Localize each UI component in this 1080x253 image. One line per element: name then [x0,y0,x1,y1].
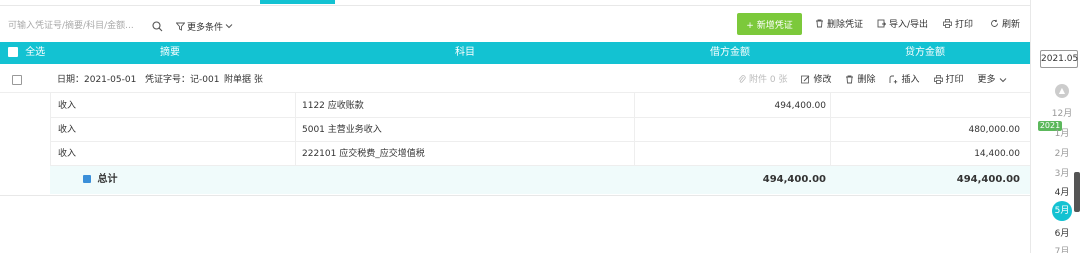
refresh-button[interactable]: 刷新 [990,17,1020,30]
voucher-header-row: 日期：2021-05-01 凭证字号：记-001 附单据 张 附件 0 张 修改… [0,68,1030,93]
voucher-date: 日期：2021-05-01 [57,75,137,85]
total-icon [83,175,91,183]
table-row[interactable]: 收入 1122 应收账款 494,400.00 [50,94,1030,118]
import-export-icon [877,19,886,29]
month-item[interactable]: 2月 [1047,146,1077,159]
column-header-summary: 摘要 [160,47,180,58]
month-item[interactable]: 3月 [1047,166,1077,179]
select-all[interactable]: 全选 [8,42,45,64]
add-voucher-button[interactable]: + 新增凭证 [737,13,802,35]
table-row[interactable]: 收入 5001 主营业务收入 480,000.00 [50,118,1030,142]
insert-label: 插入 [901,75,920,85]
month-item[interactable]: 12月 [1047,106,1077,119]
trash-icon [815,19,824,29]
entry-debit [636,142,826,166]
add-voucher-label: + 新增凭证 [746,20,793,31]
delete-voucher-button[interactable]: 删除凭证 [815,17,863,30]
edit-label: 修改 [813,75,832,85]
paperclip-icon [738,68,746,93]
chevron-down-icon [225,22,233,32]
total-credit: 494,400.00 [956,174,1020,185]
entry-summary: 收入 [58,125,77,135]
more-actions-dropdown[interactable]: 更多 [978,68,1007,93]
entry-account: 1122 应收账款 [302,101,364,111]
search-icon[interactable] [152,21,163,32]
edit-voucher-button[interactable]: 修改 [801,68,831,93]
month-item[interactable]: 1月 [1047,126,1077,139]
attachment-button[interactable]: 附件 0 张 [738,68,787,93]
entry-account: 222101 应交税费_应交增值税 [302,149,425,159]
attachment-count: 附件 0 张 [749,75,788,85]
chevron-down-icon [999,68,1007,93]
month-item[interactable]: 6月 [1047,226,1077,239]
entry-debit [636,118,826,142]
table-bottom-border [0,195,1030,196]
table-row[interactable]: 收入 222101 应交税费_应交增值税 14,400.00 [50,142,1030,166]
import-export-button[interactable]: 导入/导出 [877,17,928,30]
entry-summary: 收入 [58,149,77,159]
more-filter-label: 更多条件 [187,23,224,33]
total-debit: 494,400.00 [762,174,826,185]
printer-icon [933,68,943,93]
voucher-checkbox[interactable] [12,74,22,85]
entry-account: 5001 主营业务收入 [302,125,382,135]
printer-icon [943,18,952,29]
select-all-label: 全选 [25,47,46,58]
delete-voucher-label: 删除凭证 [827,20,864,30]
import-export-label: 导入/导出 [889,20,929,30]
total-label-cell: 总计 [83,166,117,194]
entry-credit: 14,400.00 [974,149,1020,159]
print-voucher-label: 打印 [945,75,964,85]
more-label: 更多 [977,75,996,85]
edit-icon [801,68,810,93]
entry-summary: 收入 [58,101,77,111]
print-label: 打印 [955,20,974,30]
chevron-up-icon[interactable]: ▲ [1055,84,1069,98]
current-period-badge[interactable]: 2021.05 [1040,50,1078,68]
top-tab-strip [0,0,1080,6]
insert-voucher-button[interactable]: 插入 [889,68,920,93]
more-filter-dropdown[interactable]: 更多条件 [176,20,233,33]
insert-icon [889,68,898,93]
month-item[interactable]: 7月 [1047,244,1077,253]
active-tab-indicator [260,0,335,4]
entry-credit: 480,000.00 [968,125,1020,135]
search-input[interactable] [8,18,138,34]
scrollbar-handle[interactable] [1074,172,1080,212]
column-header-debit: 借方金额 [710,47,750,58]
column-header-credit: 贷方金额 [905,47,945,58]
delete-label: 删除 [857,75,876,85]
total-row: 总计 494,400.00 494,400.00 [50,166,1030,194]
toolbar: 更多条件 + 新增凭证 删除凭证 导入/导出 打印 刷新 [0,12,1030,38]
column-header-account: 科目 [455,47,475,58]
trash-icon [845,68,854,93]
print-button[interactable]: 打印 [943,17,973,30]
total-label: 总计 [97,174,118,185]
filter-icon [176,22,185,32]
select-all-checkbox[interactable] [8,47,18,57]
entry-debit: 494,400.00 [774,101,826,111]
refresh-label: 刷新 [1002,20,1021,30]
month-item-selected[interactable]: 5月 [1052,201,1072,221]
print-voucher-button[interactable]: 打印 [933,68,964,93]
table-header: 全选 摘要 科目 借方金额 贷方金额 [0,42,1030,64]
delete-entry-button[interactable]: 删除 [845,68,875,93]
voucher-attachments: 附单据 张 [224,75,263,85]
voucher-number: 凭证字号：记-001 [145,75,220,85]
month-item[interactable]: 4月 [1047,185,1077,198]
voucher-actions: 附件 0 张 修改 删除 插入 打印 更多 [738,68,1007,93]
refresh-icon [990,19,999,29]
voucher-checkbox-cell[interactable] [12,68,22,93]
entry-credit [830,94,1020,118]
